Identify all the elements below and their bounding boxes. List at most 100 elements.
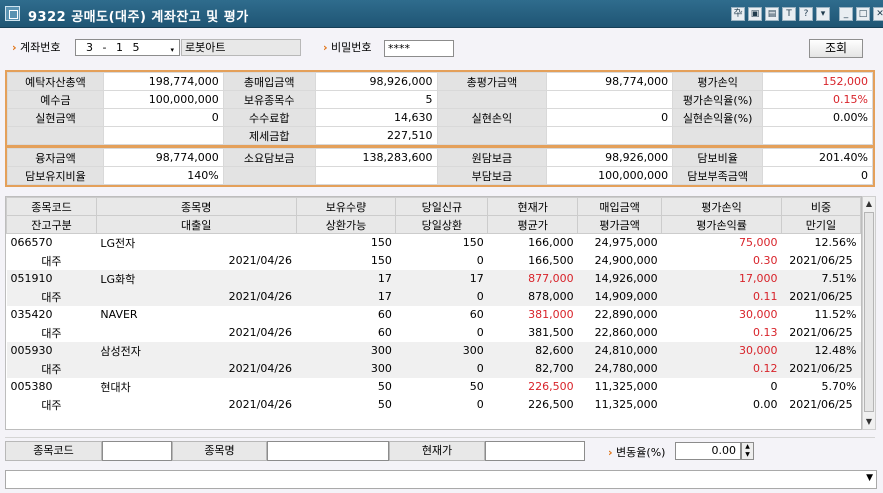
minimize-icon[interactable]: _ xyxy=(839,7,853,21)
table-cell: 12.48% xyxy=(781,341,861,360)
table-cell: 50 xyxy=(469,380,484,393)
table-row[interactable]: 대주 2021/04/26 150 0 166,500 24,900,000 0.30 202… xyxy=(7,252,861,270)
table-cell: 50 xyxy=(377,380,392,393)
table-cell: 22,890,000 xyxy=(594,308,658,321)
column-header[interactable]: 평균가 xyxy=(487,215,579,234)
help-icon[interactable]: ? xyxy=(799,7,813,21)
column-header[interactable]: 잔고구분 xyxy=(6,215,97,234)
chevron-right-icon: › xyxy=(608,446,613,459)
summary-label: 실현금액 xyxy=(7,108,104,127)
column-header[interactable]: 종목명 xyxy=(95,197,297,216)
table-cell: 17 xyxy=(296,269,396,288)
table-row[interactable]: 035420 NAVER 60 60 381,000 22,890,000 30,000 11… xyxy=(7,306,861,324)
column-header[interactable]: 평가손익률 xyxy=(661,215,782,234)
summary-value xyxy=(314,166,438,185)
summary-label: 총매입금액 xyxy=(222,72,316,91)
table-cell: 0.13 xyxy=(752,326,778,339)
summary-value: 0.15% xyxy=(762,90,873,109)
vertical-scrollbar[interactable]: ▲ ▼ xyxy=(862,196,876,430)
column-header[interactable]: 종목코드 xyxy=(6,197,97,216)
table-cell: 현대차 xyxy=(100,380,131,394)
column-header[interactable]: 만기일 xyxy=(780,215,861,234)
column-header[interactable]: 비중 xyxy=(780,197,861,216)
table-cell: 0.00 xyxy=(752,398,778,411)
dropdown-arrow-icon[interactable]: ▾ xyxy=(170,43,177,58)
save-icon[interactable]: ▣ xyxy=(748,7,762,21)
scroll-up-icon[interactable]: ▲ xyxy=(863,197,875,211)
maximize-icon[interactable]: □ xyxy=(856,7,870,21)
grid-header-row: 종목코드 종목명 보유수량 당일신규 현재가 매입금액 평가손익 비중 xyxy=(6,197,861,216)
table-row[interactable]: 대주 2021/04/26 17 0 878,000 14,909,000 0.11 2021… xyxy=(6,287,861,306)
dropdown-icon[interactable]: ▾ xyxy=(816,7,830,21)
table-cell: 60 xyxy=(377,326,392,339)
stepper-down-icon[interactable]: ▼ xyxy=(742,451,753,459)
table-row[interactable]: 대주 2021/04/26 60 0 381,500 22,860,000 0.13 2021… xyxy=(7,324,861,342)
holdings-grid[interactable]: 종목코드 종목명 보유수량 당일신규 현재가 매입금액 평가손익 비중 잔고구분 대출일 상환가능 당… xyxy=(5,196,862,430)
table-cell: 005380 xyxy=(10,380,53,393)
query-button[interactable]: 조회 xyxy=(809,39,863,58)
account-number-field[interactable]: 3 - 1 5 ▾ xyxy=(75,39,180,56)
rate-input[interactable]: 0.00 xyxy=(675,442,741,460)
summary-label xyxy=(436,90,548,109)
table-row[interactable]: 005380 현대차 50 50 226,500 11,325,000 0 5.70% xyxy=(7,378,861,396)
print-icon[interactable]: ▤ xyxy=(765,7,779,21)
summary-value: 98,926,000 xyxy=(546,148,674,167)
table-cell: 381,000 xyxy=(528,308,574,321)
password-field[interactable]: **** xyxy=(384,40,454,57)
scroll-down-icon[interactable]: ▼ xyxy=(863,415,875,429)
summary-label: 예수금 xyxy=(7,90,104,109)
summary-label: 부담보금 xyxy=(436,166,548,185)
status-dropdown-icon[interactable]: ▼ xyxy=(866,473,873,483)
column-header[interactable]: 평가손익 xyxy=(661,197,782,216)
rate-stepper[interactable]: ▲ ▼ xyxy=(741,442,754,460)
table-row[interactable]: 005930 삼성전자 300 300 82,600 24,810,000 30,000 12… xyxy=(6,341,861,360)
summary-table-top: 예탁자산총액 198,774,000 총매입금액 98,926,000 총평가금액 98,… xyxy=(7,72,873,145)
table-cell: 300 xyxy=(296,341,396,360)
close-icon[interactable]: ✕ xyxy=(873,7,883,21)
price-input[interactable] xyxy=(485,441,585,461)
chevron-right-icon: › xyxy=(323,41,328,54)
table-cell: 대주 xyxy=(6,287,97,306)
table-row[interactable]: 대주 2021/04/26 300 0 82,700 24,780,000 0.12 2021… xyxy=(6,359,861,378)
text-icon[interactable]: T xyxy=(782,7,796,21)
column-header[interactable]: 상환가능 xyxy=(295,215,397,234)
table-cell: 226,500 xyxy=(528,380,574,393)
stepper-up-icon[interactable]: ▲ xyxy=(742,443,753,451)
pin-icon[interactable]: 卆 xyxy=(731,7,745,21)
scroll-thumb[interactable] xyxy=(864,212,874,412)
column-header[interactable]: 평가금액 xyxy=(577,215,663,234)
account-label: 계좌번호 xyxy=(20,41,61,54)
table-cell: 82,700 xyxy=(487,359,578,378)
table-cell: 30,000 xyxy=(661,341,782,360)
summary-value: 98,926,000 xyxy=(314,72,438,91)
summary-value: 100,000,000 xyxy=(102,90,224,109)
table-cell: 30,000 xyxy=(738,308,778,321)
summary-value: 227,510 xyxy=(314,126,438,145)
table-cell: 150 xyxy=(370,236,392,250)
column-header[interactable]: 매입금액 xyxy=(577,197,663,216)
table-row[interactable]: 051910 LG화학 17 17 877,000 14,926,000 17,000 7.5… xyxy=(6,269,861,288)
column-header[interactable]: 당일신규 xyxy=(395,197,489,216)
password-label: 비밀번호 xyxy=(331,41,372,54)
summary-value xyxy=(546,126,674,145)
table-cell: 166,000 xyxy=(528,236,574,250)
table-cell: 60 xyxy=(377,308,392,321)
code-input[interactable] xyxy=(102,441,172,461)
summary-row: 예수금 100,000,000 보유종목수 5 평가손익율(%) 0.15% xyxy=(7,90,873,109)
table-cell: 150 xyxy=(370,254,392,267)
table-cell: 2021/04/26 xyxy=(228,254,293,267)
column-header[interactable]: 현재가 xyxy=(487,197,579,216)
summary-value: 152,000 xyxy=(762,72,873,91)
summary-label: 담보부족금액 xyxy=(672,166,764,185)
column-header[interactable]: 보유수량 xyxy=(295,197,397,216)
summary-value: 140% xyxy=(102,166,224,185)
name-input[interactable] xyxy=(267,441,389,461)
table-row[interactable]: 대주 2021/04/26 50 0 226,500 11,325,000 0.00 2021… xyxy=(7,396,861,414)
table-row[interactable]: 066570 LG전자 150 150 166,000 24,975,000 75,000 1… xyxy=(7,234,861,252)
column-header[interactable]: 대출일 xyxy=(95,215,297,234)
table-cell: 대주 xyxy=(41,398,62,412)
column-header[interactable]: 당일상환 xyxy=(395,215,489,234)
summary-row: 실현금액 0 수수료합 14,630 실현손익 0 실현손익율(%) 0.00% xyxy=(7,108,873,127)
summary-label xyxy=(672,126,764,145)
status-bar[interactable]: ▼ xyxy=(5,470,877,489)
